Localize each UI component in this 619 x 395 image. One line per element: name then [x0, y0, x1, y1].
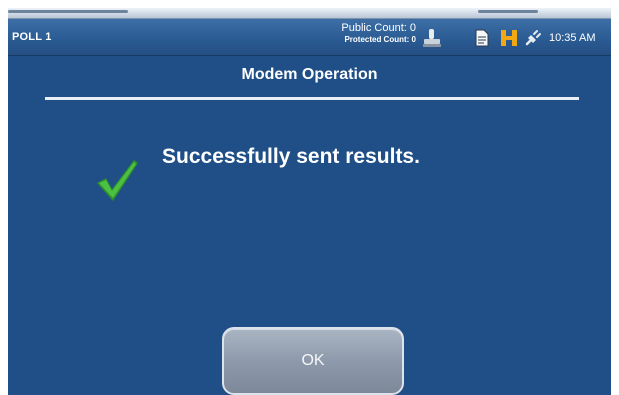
checkmark-icon: [97, 160, 138, 201]
ok-button[interactable]: OK: [222, 327, 404, 395]
document-icon: [475, 29, 489, 47]
h-icon: [501, 30, 517, 46]
voting-terminal-screen: POLL 1 Public Count: 0 Protected Count: …: [8, 8, 611, 395]
clock: 10:35 AM: [549, 32, 596, 44]
title-divider: [45, 97, 579, 100]
bezel-segment: [8, 10, 128, 13]
protected-count: Protected Count: 0: [344, 35, 416, 44]
ok-button-label: OK: [301, 352, 325, 369]
poll-label: POLL 1: [12, 31, 52, 43]
bezel-segment: [478, 10, 538, 13]
status-message: Successfully sent results.: [162, 145, 420, 168]
dialog-title: Modem Operation: [241, 66, 378, 83]
power-plug-icon: [525, 30, 541, 46]
ballot-stamp-icon: [423, 29, 441, 47]
public-count: Public Count: 0: [341, 22, 416, 34]
counts-block: Public Count: 0 Protected Count: 0: [314, 23, 416, 45]
top-bezel-strip: [8, 8, 611, 19]
status-bar: POLL 1 Public Count: 0 Protected Count: …: [8, 19, 611, 56]
